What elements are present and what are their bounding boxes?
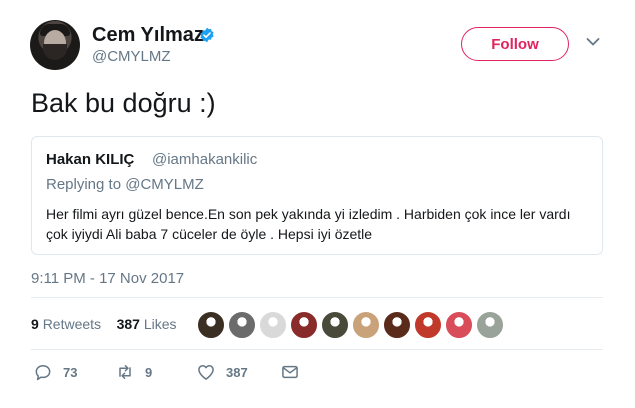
quoted-text-line-2: çok iyiydi Ali baba 7 cüceler de öyle . …: [46, 226, 373, 242]
author-name[interactable]: Cem Yılmaz: [92, 24, 204, 47]
liker-avatar[interactable]: [445, 311, 473, 339]
quoted-text-line-1: Her filmi ayrı güzel bence.En son pek ya…: [46, 206, 571, 222]
tweet-timestamp[interactable]: 9:11 PM - 17 Nov 2017: [31, 270, 184, 287]
divider: [31, 297, 603, 298]
quoted-author-name: Hakan KILIÇ: [46, 151, 135, 168]
follow-button[interactable]: Follow: [461, 27, 569, 61]
retweet-button[interactable]: 9: [115, 362, 152, 382]
likes-count[interactable]: 387: [117, 316, 140, 332]
liker-avatar[interactable]: [259, 311, 287, 339]
retweets-label[interactable]: Retweets: [43, 316, 101, 332]
quoted-replying-to: Replying to @CMYLMZ: [46, 176, 204, 193]
liker-avatar[interactable]: [383, 311, 411, 339]
retweets-count[interactable]: 9: [31, 316, 39, 332]
liker-avatar[interactable]: [290, 311, 318, 339]
liker-avatars: [197, 311, 507, 339]
like-count: 387: [226, 364, 248, 380]
reply-button[interactable]: 73: [33, 362, 77, 382]
liker-avatar[interactable]: [414, 311, 442, 339]
retweet-count: 9: [145, 364, 153, 380]
direct-message-button[interactable]: [280, 362, 310, 382]
likes-label[interactable]: Likes: [144, 316, 177, 332]
retweet-icon: [119, 365, 131, 379]
liker-avatar[interactable]: [197, 311, 225, 339]
author-handle[interactable]: @CMYLMZ: [92, 48, 171, 65]
liker-avatar[interactable]: [476, 311, 504, 339]
engagement-stats: 9 Retweets 387 Likes: [31, 316, 177, 332]
divider: [31, 349, 603, 350]
tweet-text: Bak bu doğru :): [31, 88, 216, 118]
heart-icon: [198, 365, 214, 380]
reply-count: 73: [63, 364, 78, 380]
chevron-down-icon[interactable]: [586, 37, 600, 47]
verified-badge-icon: [200, 27, 214, 43]
author-avatar[interactable]: [30, 20, 80, 70]
liker-avatar[interactable]: [321, 311, 349, 339]
reply-icon: [35, 365, 51, 381]
like-button[interactable]: 387: [196, 362, 248, 382]
quoted-author-handle: @iamhakankilic: [152, 151, 258, 168]
envelope-icon: [282, 365, 298, 379]
liker-avatar[interactable]: [228, 311, 256, 339]
liker-avatar[interactable]: [352, 311, 380, 339]
